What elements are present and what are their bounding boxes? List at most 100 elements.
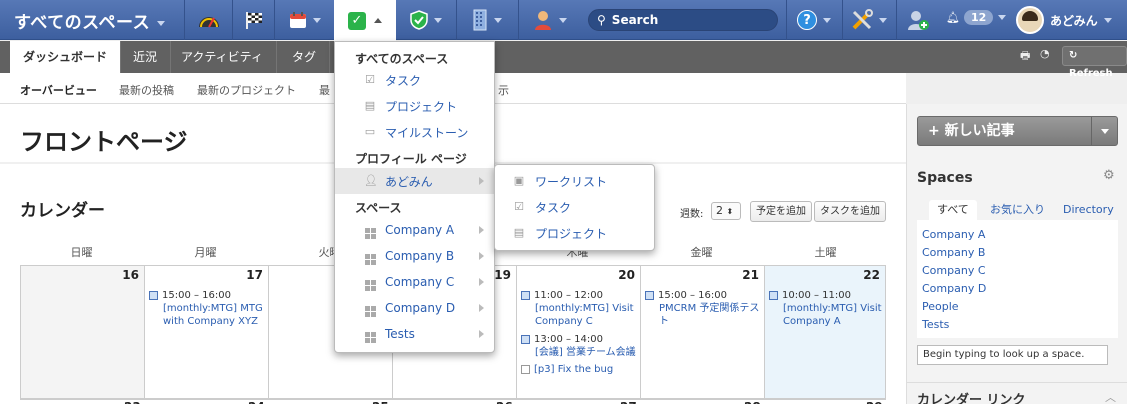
tools-icon [852, 9, 873, 30]
subnav-item[interactable]: 示 [498, 82, 509, 98]
space-link[interactable]: People [922, 298, 1113, 316]
calendar-menu[interactable] [276, 0, 334, 40]
chevron-down-icon [823, 17, 831, 23]
calendar-day[interactable]: 20 11:00 – 12:00 [monthly:MTG] Visit Com… [516, 266, 640, 399]
tab-activity[interactable]: アクティビティ [168, 41, 277, 73]
submenu-item-tasks[interactable]: ☑ タスク [495, 194, 654, 220]
menu-item-space[interactable]: Company C [335, 269, 494, 295]
gear-icon[interactable]: ⚙ [1103, 168, 1115, 183]
weeks-select[interactable]: 2 ⬍ [711, 202, 741, 220]
tab-favorites[interactable]: お気に入り [982, 200, 1053, 220]
tab-all[interactable]: すべて [929, 200, 977, 220]
calendar-day[interactable]: 21 15:00 – 16:00 PMCRM 予定関係テスト [640, 266, 764, 399]
check-icon: ☑ [365, 73, 375, 86]
submenu-item-worklist[interactable]: ▣ ワークリスト [495, 168, 654, 194]
notifications[interactable]: 🔔︎ 12 [946, 10, 1007, 25]
space-link[interactable]: Company B [922, 244, 1113, 262]
tab-directory[interactable]: Directory [1055, 200, 1122, 220]
divider [907, 382, 1127, 383]
menu-item-space[interactable]: Tests [335, 321, 494, 347]
divider [274, 0, 275, 40]
spaces-heading: Spaces [917, 170, 973, 186]
profile-menu[interactable] [520, 0, 580, 40]
chevron-up-icon[interactable]: ︿ [1105, 389, 1116, 404]
submenu-item-projects[interactable]: ▤ プロジェクト [495, 220, 654, 246]
space-link[interactable]: Tests [922, 316, 1113, 334]
add-task-button[interactable]: タスクを追加 [814, 201, 886, 222]
add-user-button[interactable] [898, 0, 938, 40]
task-dropdown-menu: すべてのスペース ☑ タスク ▤ プロジェクト ▭ マイルストーン プロフィール ペー… [334, 41, 495, 353]
menu-section-heading: スペース [355, 201, 402, 215]
calendar-event[interactable]: 15:00 – 16:00 PMCRM 予定関係テスト [645, 289, 763, 328]
day-of-week: 土曜 [814, 246, 837, 259]
add-user-icon [908, 11, 929, 30]
calendar-event[interactable]: 13:00 – 14:00 [会議] 営業チーム会議 [521, 333, 639, 359]
search-icon: ⚲ [597, 13, 606, 27]
space-search-input[interactable]: Begin typing to look up a space. [917, 345, 1108, 365]
help-menu[interactable]: ? [788, 0, 840, 40]
calendar-week-2: 23 24 25 26 27 28 29 [20, 399, 886, 404]
space-link[interactable]: Company A [922, 226, 1113, 244]
chevron-right-icon [479, 177, 484, 185]
calendar-day[interactable]: 16 [20, 266, 144, 399]
chevron-right-icon [479, 278, 484, 286]
tab-dashboard[interactable]: ダッシュボード [10, 41, 122, 73]
bell-icon: 🔔︎ [946, 11, 960, 24]
space-link[interactable]: Company D [922, 280, 1113, 298]
menu-item-projects[interactable]: ▤ プロジェクト [335, 93, 494, 119]
subnav-overview[interactable]: オーバービュー [20, 82, 97, 98]
chevron-down-icon [494, 17, 502, 23]
print-icon[interactable]: 🖶︎ [1020, 47, 1030, 66]
day-number: 23 [124, 400, 141, 404]
divider [456, 0, 457, 40]
calendar-event[interactable]: 10:00 – 11:00 [monthly:MTG] Visit Compan… [769, 289, 887, 328]
calendar-day[interactable]: 17 15:00 – 16:00 [monthly:MTG] MTG with … [144, 266, 268, 399]
calendar-event[interactable]: 11:00 – 12:00 [monthly:MTG] Visit Compan… [521, 289, 639, 328]
new-post-dropdown[interactable] [1091, 117, 1117, 145]
building-menu[interactable] [458, 0, 516, 40]
dashboard-gauge-icon[interactable] [186, 0, 232, 40]
menu-item-space[interactable]: Company B [335, 243, 494, 269]
event-icon [769, 291, 778, 300]
day-number: 28 [744, 400, 761, 404]
chevron-down-icon [1100, 128, 1109, 134]
checkbox-icon[interactable] [521, 365, 530, 374]
search-input[interactable]: ⚲ Search [588, 9, 778, 31]
shield-menu[interactable] [398, 0, 454, 40]
tools-menu[interactable] [844, 0, 894, 40]
space-selector[interactable]: すべてのスペース [14, 8, 165, 33]
calendar-task[interactable]: [p3] Fix the bug [521, 363, 639, 376]
project-icon: ▤ [513, 226, 525, 239]
day-number: 25 [372, 400, 389, 404]
calendar-event[interactable]: 15:00 – 16:00 [monthly:MTG] MTG with Com… [149, 289, 267, 328]
subnav-item[interactable]: 最 [319, 82, 330, 98]
calendar-day-today[interactable]: 22 10:00 – 11:00 [monthly:MTG] Visit Com… [764, 266, 886, 399]
calendar-icon [290, 12, 306, 28]
add-event-button[interactable]: 予定を追加 [750, 201, 812, 222]
grid-icon [364, 250, 376, 265]
top-bar: すべてのスペース ✓ ⚲ Search ? 🔔︎ 12 あどみん [0, 0, 1127, 41]
event-icon [521, 335, 530, 344]
refresh-button[interactable]: ↻ Refresh [1062, 46, 1127, 79]
sidebar: + 新しい記事 Spaces ⚙ すべて お気に入り Directory Com… [906, 104, 1127, 404]
rss-icon[interactable]: ◔ [1040, 47, 1050, 60]
menu-item-tasks[interactable]: ☑ タスク [335, 67, 494, 93]
divider [518, 0, 519, 40]
task-menu-active[interactable]: ✓ [334, 0, 396, 41]
chevron-down-icon [434, 17, 442, 23]
checkered-flag-icon[interactable] [234, 0, 274, 40]
user-menu[interactable]: あどみん [1016, 6, 1112, 34]
briefcase-icon: ▣ [513, 174, 525, 187]
new-post-button[interactable]: + 新しい記事 [917, 116, 1118, 146]
subnav-latest-projects[interactable]: 最新のプロジェクト [197, 82, 296, 98]
tab-tags[interactable]: タグ [279, 41, 331, 73]
tab-recent[interactable]: 近況 [120, 41, 172, 73]
subnav-latest-posts[interactable]: 最新の投稿 [119, 82, 174, 98]
menu-item-space[interactable]: Company D [335, 295, 494, 321]
menu-item-space[interactable]: Company A [335, 217, 494, 243]
space-link[interactable]: Company C [922, 262, 1113, 280]
menu-item-profile[interactable]: 👤︎ あどみん [335, 168, 494, 194]
menu-item-milestones[interactable]: ▭ マイルストーン [335, 119, 494, 145]
chevron-down-icon [156, 20, 165, 26]
grid-icon [364, 302, 376, 317]
